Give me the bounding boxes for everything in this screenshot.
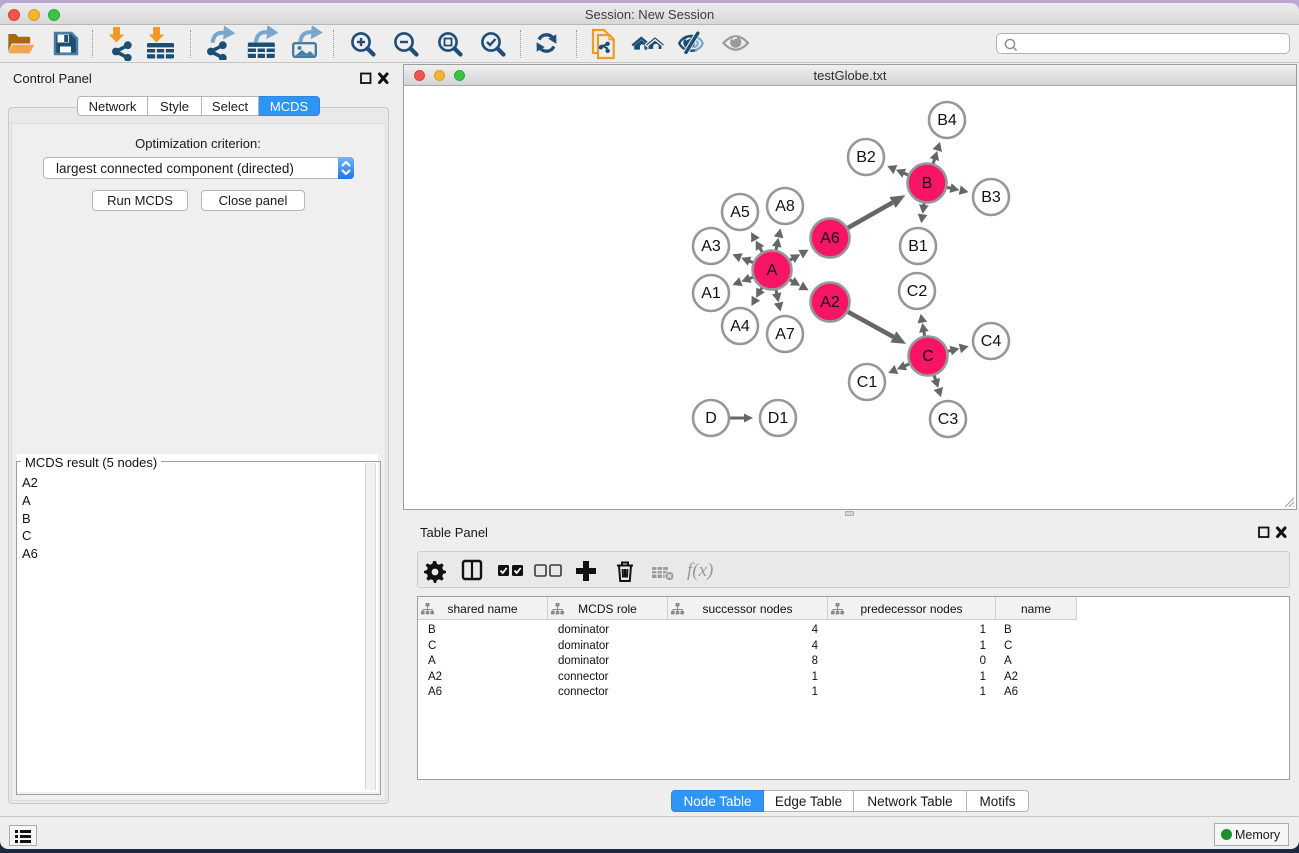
svg-text:A3: A3 <box>701 238 721 255</box>
svg-text:B2: B2 <box>856 149 876 166</box>
svg-text:B4: B4 <box>937 112 957 129</box>
svg-text:A4: A4 <box>730 318 750 335</box>
svg-text:D: D <box>705 410 717 427</box>
svg-text:B: B <box>922 175 933 192</box>
svg-text:C3: C3 <box>938 411 959 428</box>
svg-text:A2: A2 <box>820 294 840 311</box>
svg-text:f(x): f(x) <box>687 560 713 581</box>
svg-text:A: A <box>767 262 778 279</box>
svg-text:A5: A5 <box>730 204 750 221</box>
svg-text:B1: B1 <box>908 238 928 255</box>
svg-text:D1: D1 <box>768 410 789 427</box>
svg-text:C1: C1 <box>857 374 878 391</box>
svg-text:A8: A8 <box>775 198 795 215</box>
svg-text:C2: C2 <box>907 283 928 300</box>
svg-text:A6: A6 <box>820 230 840 247</box>
svg-text:A1: A1 <box>701 285 721 302</box>
svg-text:A7: A7 <box>775 326 795 343</box>
svg-text:B3: B3 <box>981 189 1001 206</box>
svg-text:C4: C4 <box>981 333 1002 350</box>
svg-text:C: C <box>922 348 934 365</box>
